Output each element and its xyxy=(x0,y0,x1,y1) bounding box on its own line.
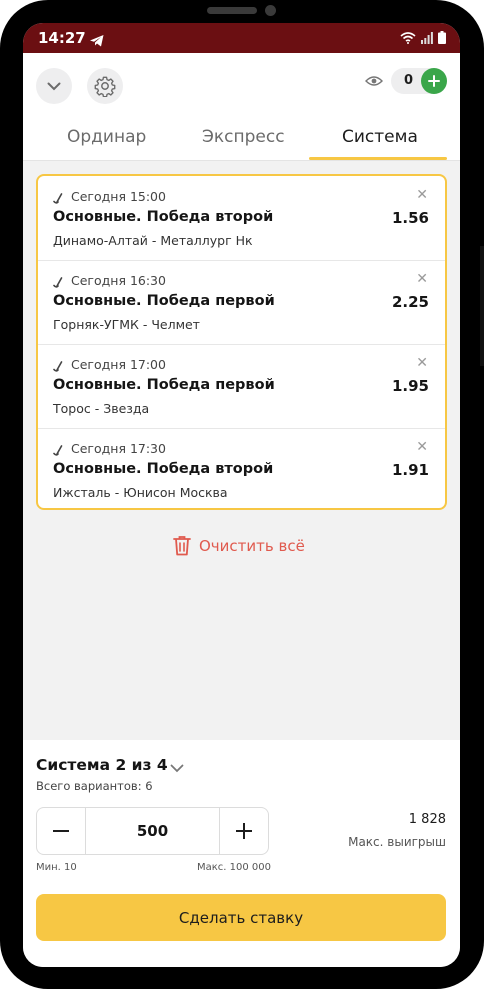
place-bet-button[interactable]: Сделать ставку xyxy=(36,894,446,941)
bet-market: Основные. Победа первой xyxy=(53,293,275,309)
divider xyxy=(38,260,445,261)
bet-odd: 2.25 xyxy=(391,293,429,311)
bet-teams: Торос - Звезда xyxy=(53,401,150,416)
phone-speaker xyxy=(207,7,257,14)
bet-odd: 1.91 xyxy=(391,461,429,479)
telegram-icon xyxy=(90,32,104,51)
tab-ordinar[interactable]: Ординар xyxy=(67,127,146,147)
status-time: 14:27 xyxy=(38,29,86,47)
counter-value: 0 xyxy=(404,73,414,88)
bet-counter: 0 xyxy=(391,68,447,94)
divider xyxy=(38,344,445,345)
bet-market: Основные. Победа второй xyxy=(53,209,274,225)
remove-bet-button[interactable]: ✕ xyxy=(416,188,428,202)
stake-stepper: 500 xyxy=(36,807,269,855)
bet-market: Основные. Победа первой xyxy=(53,377,275,393)
max-win-label: Макс. выигрыш xyxy=(348,835,446,849)
bets-list: Сегодня 15:00 ✕ Основные. Победа второй … xyxy=(36,174,447,510)
divider xyxy=(38,428,445,429)
phone-frame: 14:27 0 Ординар Экспресс Система Сегодня… xyxy=(0,0,484,989)
screen: 14:27 0 Ординар Экспресс Система Сегодня… xyxy=(23,23,460,967)
system-icons xyxy=(400,31,446,44)
bet-teams: Горняк-УГМК - Челмет xyxy=(53,317,200,332)
pre-match-icon xyxy=(53,190,65,209)
bet-item[interactable]: Сегодня 17:00 ✕ Основные. Победа первой … xyxy=(38,344,445,428)
plus-icon xyxy=(236,823,252,839)
increase-stake-button[interactable] xyxy=(219,808,268,854)
clear-all-label: Очистить всё xyxy=(199,536,305,555)
settings-button[interactable] xyxy=(87,68,123,104)
tab-express[interactable]: Экспресс xyxy=(202,127,285,147)
bet-time: Сегодня 16:30 xyxy=(71,273,166,288)
max-stake: Макс. 100 000 xyxy=(197,862,272,873)
stake-input[interactable]: 500 xyxy=(86,808,219,854)
remove-bet-button[interactable]: ✕ xyxy=(416,440,428,454)
plus-icon xyxy=(428,75,440,87)
bet-teams: Ижсталь - Юнисон Москва xyxy=(53,485,228,500)
max-win-value: 1 828 xyxy=(408,812,446,827)
stake-panel: Система 2 из 4 Всего вариантов: 6 500 Ми… xyxy=(23,740,460,967)
pre-match-icon xyxy=(53,274,65,293)
bet-item[interactable]: Сегодня 17:30 ✕ Основные. Победа второй … xyxy=(38,428,445,512)
bet-odd: 1.95 xyxy=(391,377,429,395)
chevron-down-icon[interactable] xyxy=(170,758,184,777)
bet-teams: Динамо-Алтай - Металлург Нк xyxy=(53,233,253,248)
signal-icon xyxy=(421,31,433,44)
bet-odd: 1.56 xyxy=(391,209,429,227)
bet-market: Основные. Победа второй xyxy=(53,461,274,477)
bet-item[interactable]: Сегодня 16:30 ✕ Основные. Победа первой … xyxy=(38,260,445,344)
min-stake: Мин. 10 xyxy=(36,862,77,873)
gear-icon xyxy=(94,76,116,97)
battery-icon xyxy=(438,31,446,44)
chevron-down-icon xyxy=(47,82,61,90)
bet-time: Сегодня 17:00 xyxy=(71,357,166,372)
wifi-icon xyxy=(400,31,416,44)
eye-icon[interactable] xyxy=(365,72,383,91)
betslip-header: 0 Ординар Экспресс Система xyxy=(23,53,460,161)
add-button[interactable] xyxy=(421,68,447,94)
status-bar: 14:27 xyxy=(23,23,460,53)
clear-all-button[interactable]: Очистить всё xyxy=(173,535,305,556)
minus-icon xyxy=(53,830,69,832)
phone-side-button xyxy=(480,246,484,366)
bet-item[interactable]: Сегодня 15:00 ✕ Основные. Победа второй … xyxy=(38,176,445,260)
tab-system[interactable]: Система xyxy=(342,127,418,147)
remove-bet-button[interactable]: ✕ xyxy=(416,356,428,370)
remove-bet-button[interactable]: ✕ xyxy=(416,272,428,286)
bet-time: Сегодня 15:00 xyxy=(71,189,166,204)
pre-match-icon xyxy=(53,358,65,377)
trash-icon xyxy=(173,536,191,556)
collapse-button[interactable] xyxy=(36,68,72,104)
variants-count: Всего вариантов: 6 xyxy=(36,779,153,793)
system-type-select[interactable]: Система 2 из 4 xyxy=(36,756,168,774)
pre-match-icon xyxy=(53,442,65,461)
active-tab-indicator xyxy=(309,157,447,160)
bet-time: Сегодня 17:30 xyxy=(71,441,166,456)
decrease-stake-button[interactable] xyxy=(37,808,86,854)
phone-camera xyxy=(265,5,276,16)
